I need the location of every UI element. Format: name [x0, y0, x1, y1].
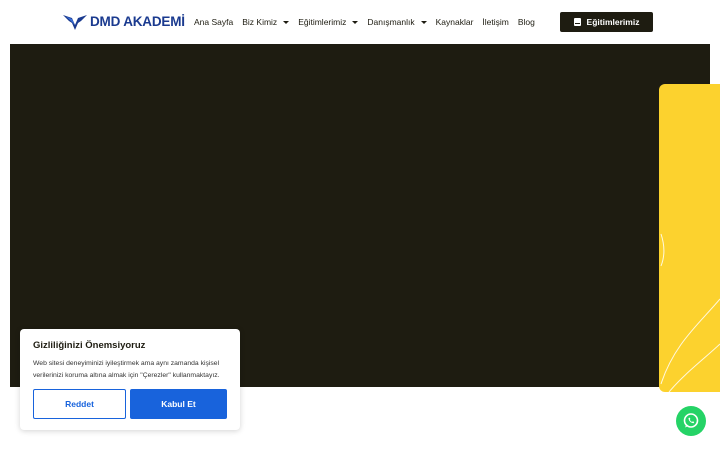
book-icon [573, 18, 581, 26]
egitimlerimiz-button[interactable]: Eğitimlerimiz [560, 12, 653, 32]
decorative-wave-lines [660, 233, 720, 392]
logo-text: DMD AKADEMİ [90, 14, 185, 29]
nav-danismanlik[interactable]: Danışmanlık [367, 17, 427, 27]
main-nav: Ana Sayfa Biz Kimiz Eğitimlerimiz Danışm… [194, 14, 544, 30]
chevron-down-icon [420, 20, 427, 24]
cookie-title: Gizliliğinizi Önemsiyoruz [33, 340, 146, 351]
whatsapp-button[interactable] [676, 406, 706, 436]
cta-label: Eğitimlerimiz [586, 17, 640, 27]
reject-button[interactable]: Reddet [33, 389, 126, 419]
whatsapp-icon [683, 413, 699, 428]
cookie-text: Web sitesi deneyiminizi iyileştirmek ama… [33, 360, 220, 379]
nav-label: Ana Sayfa [194, 17, 234, 27]
chevron-down-icon [352, 20, 359, 24]
nav-kaynaklar[interactable]: Kaynaklar [436, 17, 474, 27]
site-header: DMD AKADEMİ Ana Sayfa Biz Kimiz Eğitimle… [0, 0, 720, 44]
nav-label: Danışmanlık [367, 17, 415, 27]
nav-label: Kaynaklar [435, 17, 474, 27]
accept-button[interactable]: Kabul Et [130, 389, 227, 419]
nav-ana-sayfa[interactable]: Ana Sayfa [194, 17, 233, 27]
decorative-yellow-panel [659, 84, 720, 392]
nav-egitimlerimiz[interactable]: Eğitimlerimiz [298, 17, 359, 27]
logo[interactable]: DMD AKADEMİ [63, 13, 185, 31]
eagle-logo-icon [63, 15, 87, 30]
nav-label: İletişim [482, 17, 509, 27]
nav-label: Biz Kimiz [242, 17, 278, 27]
nav-blog[interactable]: Blog [518, 17, 535, 27]
chevron-down-icon [283, 20, 290, 24]
cookie-consent-banner: Gizliliğinizi Önemsiyoruz Web sitesi den… [20, 329, 240, 430]
nav-biz-kimiz[interactable]: Biz Kimiz [242, 17, 290, 27]
nav-iletisim[interactable]: İletişim [482, 17, 508, 27]
nav-label: Blog [517, 17, 535, 27]
nav-label: Eğitimlerimiz [298, 17, 347, 27]
